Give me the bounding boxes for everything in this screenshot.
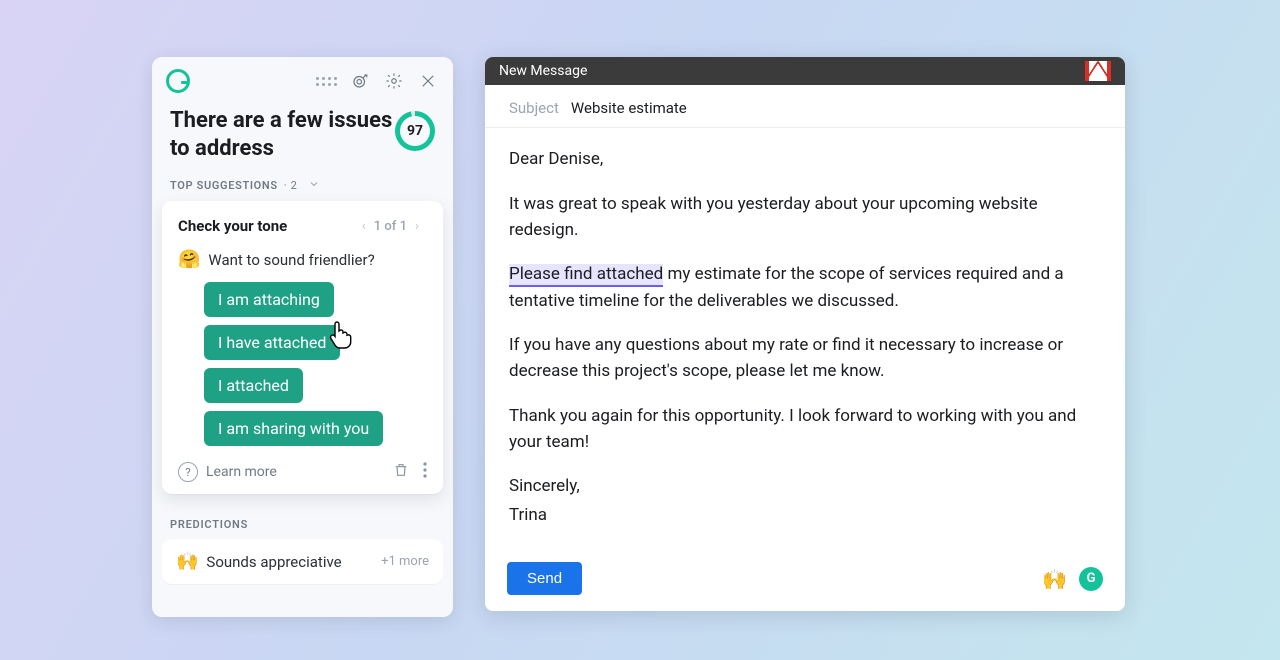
email-paragraph: It was great to speak with you yesterday… bbox=[509, 191, 1101, 244]
email-paragraph: If you have any questions about my rate … bbox=[509, 332, 1101, 385]
tone-card-title: Check your tone bbox=[178, 217, 287, 235]
subject-label: Subject bbox=[509, 99, 559, 117]
tone-card: Check your tone ‹ 1 of 1 › 🤗 Want to sou… bbox=[162, 201, 443, 494]
compose-footer: Send 🙌 G bbox=[485, 552, 1125, 611]
suggestion-chip[interactable]: I am attaching bbox=[204, 282, 334, 317]
prediction-card[interactable]: 🙌 Sounds appreciative +1 more bbox=[162, 539, 443, 584]
email-paragraph: Thank you again for this opportunity. I … bbox=[509, 403, 1101, 456]
gear-icon[interactable] bbox=[383, 70, 405, 92]
send-button[interactable]: Send bbox=[507, 562, 582, 595]
gmail-logo-icon bbox=[1085, 61, 1111, 81]
pager-count: 1 of 1 bbox=[374, 219, 407, 234]
grammarly-logo-icon bbox=[166, 69, 190, 93]
pager-next[interactable]: › bbox=[407, 219, 427, 234]
hug-emoji-icon: 🤗 bbox=[178, 249, 200, 270]
sidebar-toolbar bbox=[152, 57, 453, 99]
trash-icon[interactable] bbox=[393, 462, 409, 482]
goals-icon[interactable] bbox=[349, 70, 371, 92]
top-suggestions-label: TOP SUGGESTIONS bbox=[170, 179, 278, 192]
compose-header: New Message bbox=[485, 57, 1125, 85]
prediction-more: +1 more bbox=[381, 554, 429, 569]
tone-card-header: Check your tone ‹ 1 of 1 › bbox=[178, 217, 427, 235]
prediction-text: Sounds appreciative bbox=[206, 553, 341, 571]
email-signoff: Sincerely, bbox=[509, 473, 1101, 499]
more-icon[interactable] bbox=[423, 462, 427, 482]
close-icon[interactable] bbox=[417, 70, 439, 92]
suggestion-chip[interactable]: I attached bbox=[204, 368, 303, 403]
suggestion-chip[interactable]: I am sharing with you bbox=[204, 411, 383, 446]
email-paragraph: Please find attached my estimate for the… bbox=[509, 261, 1101, 314]
sidebar-heading: There are a few issues to address 97 bbox=[152, 99, 453, 166]
tone-prompt-text: Want to sound friendlier? bbox=[208, 251, 374, 269]
compose-title: New Message bbox=[499, 63, 587, 79]
compose-window: New Message Subject Website estimate Dea… bbox=[485, 57, 1125, 611]
email-body[interactable]: Dear Denise, It was great to speak with … bbox=[485, 128, 1125, 552]
sidebar-title: There are a few issues to address bbox=[170, 107, 395, 162]
subject-row[interactable]: Subject Website estimate bbox=[485, 85, 1125, 128]
grammarly-bubble-icon[interactable]: G bbox=[1079, 567, 1103, 591]
email-greeting: Dear Denise, bbox=[509, 146, 1101, 172]
learn-more-link[interactable]: Learn more bbox=[206, 464, 277, 480]
top-suggestions-count: · 2 bbox=[284, 179, 298, 192]
tone-prompt: 🤗 Want to sound friendlier? bbox=[178, 249, 427, 270]
help-icon[interactable]: ? bbox=[178, 462, 198, 482]
subject-value: Website estimate bbox=[571, 99, 687, 117]
predictions-label: PREDICTIONS bbox=[170, 518, 435, 531]
chevron-down-icon bbox=[308, 178, 320, 193]
pager-prev[interactable]: ‹ bbox=[354, 219, 374, 234]
raised-hands-emoji-icon: 🙌 bbox=[176, 551, 198, 572]
suggestion-chip[interactable]: I have attached bbox=[204, 325, 340, 360]
tone-emoji-icon[interactable]: 🙌 bbox=[1042, 567, 1067, 591]
email-signature: Trina bbox=[509, 502, 1101, 528]
tone-card-footer: ? Learn more bbox=[178, 462, 427, 482]
drag-handle-icon[interactable] bbox=[315, 70, 337, 92]
top-suggestions-toggle[interactable]: TOP SUGGESTIONS · 2 bbox=[152, 166, 453, 201]
suggestion-chip-list: I am attaching I have attached I attache… bbox=[178, 282, 427, 446]
score-ring[interactable]: 97 bbox=[395, 111, 435, 151]
highlighted-phrase[interactable]: Please find attached bbox=[509, 264, 663, 287]
score-value: 97 bbox=[400, 116, 430, 146]
grammarly-sidebar: There are a few issues to address 97 TOP… bbox=[152, 57, 453, 617]
